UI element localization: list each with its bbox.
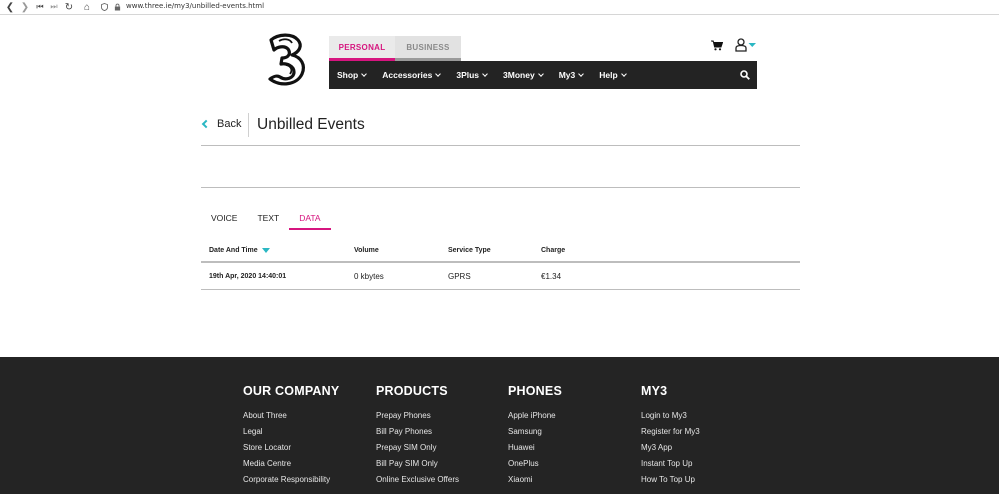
chevron-left-icon: [201, 119, 211, 129]
table-header: Date And Time Volume Service Type Charge: [201, 240, 800, 263]
footer-link[interactable]: My3 App: [641, 440, 700, 456]
nav-label: Help: [599, 70, 618, 80]
chevron-down-icon: [578, 70, 585, 77]
chevron-down-icon: [482, 70, 488, 77]
tab-business[interactable]: BUSINESS: [395, 36, 461, 61]
divider: [201, 145, 800, 146]
shield-icon: [101, 3, 108, 11]
nav-help[interactable]: Help: [599, 70, 627, 80]
nav-label: 3Money: [503, 70, 535, 80]
footer-column-phones: PHONES Apple iPhone Samsung Huawei OnePl…: [508, 384, 562, 488]
tab-voice[interactable]: VOICE: [201, 209, 247, 230]
column-header-charge: Charge: [541, 247, 566, 254]
account-icon[interactable]: [734, 38, 758, 52]
nav-label: 3Plus: [456, 70, 480, 80]
footer-heading: MY3: [641, 384, 668, 398]
footer-link[interactable]: Register for My3: [641, 424, 700, 440]
footer-link[interactable]: Online Exclusive Offers: [376, 472, 459, 488]
cell-date: 19th Apr, 2020 14:40:01: [209, 272, 287, 280]
nav-3plus[interactable]: 3Plus: [456, 70, 488, 80]
last-page-icon[interactable]: ⏭: [46, 0, 62, 14]
cell-charge: €1.34: [541, 271, 562, 281]
tab-data[interactable]: DATA: [289, 209, 331, 230]
column-header-label: Date And Time: [209, 247, 258, 254]
footer-link[interactable]: OnePlus: [508, 456, 562, 472]
footer-link[interactable]: Legal: [243, 424, 339, 440]
events-table: Date And Time Volume Service Type Charge…: [201, 240, 800, 290]
footer-link[interactable]: Bill Pay Phones: [376, 424, 459, 440]
chevron-down-icon: [361, 70, 368, 77]
forward-arrow-icon[interactable]: ❯: [17, 0, 33, 14]
footer-link[interactable]: Prepay Phones: [376, 408, 459, 424]
column-header-volume: Volume: [354, 247, 379, 254]
reload-icon[interactable]: ↻: [61, 0, 77, 14]
browser-toolbar: ❮ ❯ ⏮ ⏭ ↻ ⌂ www.three.ie/my3/unbilled-ev…: [0, 0, 999, 15]
footer-link[interactable]: Store Locator: [243, 440, 339, 456]
segment-tabs: PERSONAL BUSINESS: [329, 36, 461, 61]
footer-link[interactable]: Instant Top Up: [641, 456, 700, 472]
footer-column-products: PRODUCTS Prepay Phones Bill Pay Phones P…: [376, 384, 459, 488]
cell-volume: 0 kbytes: [354, 271, 384, 281]
address-bar[interactable]: www.three.ie/my3/unbilled-events.html: [126, 2, 264, 10]
footer-column-our-company: OUR COMPANY About Three Legal Store Loca…: [243, 384, 339, 488]
column-header-date[interactable]: Date And Time: [209, 247, 270, 254]
table-row: 19th Apr, 2020 14:40:01 0 kbytes GPRS €1…: [201, 263, 800, 290]
main-navigation: Shop Accessories 3Plus 3Money My3 Help: [329, 61, 757, 89]
page-title: Unbilled Events: [257, 116, 365, 133]
divider: [201, 187, 800, 188]
nav-3money[interactable]: 3Money: [503, 70, 544, 80]
footer-link[interactable]: Apple iPhone: [508, 408, 562, 424]
nav-label: Shop: [337, 70, 359, 80]
footer-heading: PHONES: [508, 384, 562, 398]
back-label: Back: [217, 118, 242, 130]
footer-link[interactable]: About Three: [243, 408, 339, 424]
nav-my3[interactable]: My3: [558, 70, 585, 80]
sort-desc-icon[interactable]: [261, 247, 270, 253]
footer-link[interactable]: How To Top Up: [641, 472, 700, 488]
back-arrow-icon[interactable]: ❮: [2, 0, 18, 14]
column-header-service-type: Service Type: [448, 247, 491, 254]
footer-link[interactable]: Prepay SIM Only: [376, 440, 459, 456]
three-logo-icon[interactable]: [262, 32, 310, 88]
nav-accessories[interactable]: Accessories: [382, 70, 442, 80]
home-icon[interactable]: ⌂: [79, 0, 95, 14]
footer-link[interactable]: Huawei: [508, 440, 562, 456]
lock-icon: [114, 3, 121, 11]
site-footer: OUR COMPANY About Three Legal Store Loca…: [0, 357, 999, 494]
chevron-down-icon: [620, 70, 627, 77]
footer-column-my3: MY3 Login to My3 Register for My3 My3 Ap…: [641, 384, 700, 488]
search-icon[interactable]: [740, 70, 750, 80]
footer-link[interactable]: Corporate Responsibility: [243, 472, 339, 488]
footer-link[interactable]: Media Centre: [243, 456, 339, 472]
footer-heading: PRODUCTS: [376, 384, 448, 398]
footer-heading: OUR COMPANY: [243, 384, 340, 398]
event-type-tabs: VOICE TEXT DATA: [201, 209, 331, 230]
title-divider: [248, 113, 249, 137]
tab-text[interactable]: TEXT: [247, 209, 289, 230]
nav-shop[interactable]: Shop: [337, 70, 368, 80]
back-button[interactable]: Back: [201, 118, 242, 130]
nav-label: My3: [558, 70, 576, 80]
cart-icon[interactable]: [711, 40, 723, 51]
footer-link[interactable]: Xiaomi: [508, 472, 562, 488]
nav-label: Accessories: [382, 70, 433, 80]
tab-personal[interactable]: PERSONAL: [329, 36, 395, 61]
chevron-down-icon: [537, 70, 544, 77]
cell-service-type: GPRS: [448, 271, 471, 281]
footer-link[interactable]: Samsung: [508, 424, 562, 440]
footer-link[interactable]: Bill Pay SIM Only: [376, 456, 459, 472]
footer-link[interactable]: Login to My3: [641, 408, 700, 424]
chevron-down-icon: [435, 70, 442, 77]
